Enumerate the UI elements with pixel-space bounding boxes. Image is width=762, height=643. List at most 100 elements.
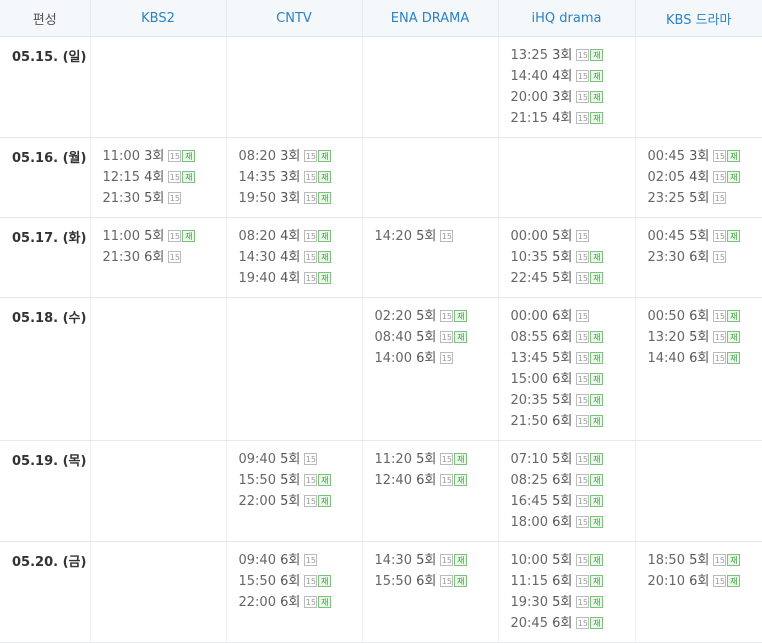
schedule-cell: 07:10 5회15재08:25 6회15재16:45 5회15재18:00 6… (498, 441, 635, 542)
episode-number: 6회 (416, 351, 436, 366)
episode-entry[interactable]: 07:10 5회15재 (511, 449, 635, 470)
episode-entry[interactable]: 19:30 5회15재 (511, 592, 635, 613)
age-rating-15-icon: 15 (440, 474, 453, 486)
episode-entry[interactable]: 08:40 5회15재 (375, 327, 498, 348)
episode-entry[interactable]: 10:35 5회15재 (511, 247, 635, 268)
episode-entry[interactable]: 14:00 6회15 (375, 348, 498, 369)
episode-entry[interactable]: 15:50 6회15재 (375, 571, 498, 592)
rerun-icon: 재 (318, 251, 331, 263)
rerun-icon: 재 (590, 112, 603, 124)
channel-header-ihq-drama[interactable]: iHQ drama (498, 0, 635, 37)
episode-entry[interactable]: 14:40 4회15재 (511, 66, 635, 87)
channel-header-kbs2[interactable]: KBS2 (90, 0, 226, 37)
episode-entry[interactable]: 11:20 5회15재 (375, 449, 498, 470)
episode-entry[interactable]: 20:45 6회15재 (511, 613, 635, 634)
episode-entry[interactable]: 14:30 5회15재 (375, 550, 498, 571)
episode-entry[interactable]: 12:40 6회15재 (375, 470, 498, 491)
channel-header-ena-drama[interactable]: ENA DRAMA (362, 0, 498, 37)
episode-number: 5회 (416, 452, 436, 467)
episode-entry[interactable]: 12:15 4회15재 (103, 167, 226, 188)
episode-entry[interactable]: 20:35 5회15재 (511, 390, 635, 411)
episode-entry[interactable]: 11:00 5회15재 (103, 226, 226, 247)
episode-entry[interactable]: 21:30 5회15 (103, 188, 226, 209)
episode-entry[interactable]: 08:20 3회15재 (239, 146, 362, 167)
episode-entry[interactable]: 14:40 6회15재 (648, 348, 762, 369)
episode-entry[interactable]: 11:00 3회15재 (103, 146, 226, 167)
air-time: 14:30 (239, 250, 276, 265)
age-rating-15-icon: 15 (576, 554, 589, 566)
episode-entry[interactable]: 14:30 4회15재 (239, 247, 362, 268)
episode-entry[interactable]: 09:40 5회15 (239, 449, 362, 470)
episode-entry[interactable]: 08:20 4회15재 (239, 226, 362, 247)
episode-entry[interactable]: 18:50 5회15재 (648, 550, 762, 571)
episode-entry[interactable]: 19:40 4회15재 (239, 268, 362, 289)
air-time: 09:40 (239, 452, 276, 467)
rerun-icon: 재 (590, 516, 603, 528)
episode-entry[interactable]: 13:45 5회15재 (511, 348, 635, 369)
rerun-icon: 재 (590, 91, 603, 103)
episode-entry[interactable]: 09:40 6회15 (239, 550, 362, 571)
episode-entry[interactable]: 15:50 6회15재 (239, 571, 362, 592)
rerun-icon: 재 (727, 331, 740, 343)
age-rating-15-icon: 15 (576, 415, 589, 427)
age-rating-15-icon: 15 (304, 272, 317, 284)
episode-entry[interactable]: 23:30 6회15 (648, 247, 762, 268)
air-time: 14:40 (648, 351, 685, 366)
date-cell: 05.17. (화) (0, 218, 90, 298)
schedule-cell: 14:30 5회15재15:50 6회15재 (362, 542, 498, 643)
episode-entry[interactable]: 13:20 5회15재 (648, 327, 762, 348)
schedule-cell (90, 542, 226, 643)
episode-entry[interactable]: 10:00 5회15재 (511, 550, 635, 571)
age-rating-15-icon: 15 (440, 331, 453, 343)
episode-entry[interactable]: 08:25 6회15재 (511, 470, 635, 491)
episode-number: 5회 (552, 553, 572, 568)
episode-entry[interactable]: 15:50 5회15재 (239, 470, 362, 491)
episode-entry[interactable]: 02:05 4회15재 (648, 167, 762, 188)
episode-entry[interactable]: 22:45 5회15재 (511, 268, 635, 289)
episode-entry[interactable]: 08:55 6회15재 (511, 327, 635, 348)
schedule-cell (498, 138, 635, 218)
age-rating-15-icon: 15 (304, 251, 317, 263)
episode-entry[interactable]: 21:30 6회15 (103, 247, 226, 268)
episode-entry[interactable]: 22:00 6회15재 (239, 592, 362, 613)
episode-number: 4회 (689, 170, 709, 185)
episode-entry[interactable]: 22:00 5회15재 (239, 491, 362, 512)
episode-entry[interactable]: 00:00 6회15 (511, 306, 635, 327)
episode-entry[interactable]: 13:25 3회15재 (511, 45, 635, 66)
episode-entry[interactable]: 00:45 3회15재 (648, 146, 762, 167)
rerun-icon: 재 (590, 394, 603, 406)
channel-header-kbs-drama[interactable]: KBS 드라마 (635, 0, 762, 37)
age-rating-15-icon: 15 (168, 192, 181, 204)
episode-entry[interactable]: 16:45 5회15재 (511, 491, 635, 512)
broadcast-schedule-table: 편성 KBS2 CNTV ENA DRAMA iHQ drama KBS 드라마… (0, 0, 762, 643)
episode-entry[interactable]: 02:20 5회15재 (375, 306, 498, 327)
air-time: 08:40 (375, 330, 412, 345)
episode-entry[interactable]: 11:15 6회15재 (511, 571, 635, 592)
episode-entry[interactable]: 20:00 3회15재 (511, 87, 635, 108)
episode-entry[interactable]: 00:45 5회15재 (648, 226, 762, 247)
episode-entry[interactable]: 00:00 5회15 (511, 226, 635, 247)
episode-entry[interactable]: 18:00 6회15재 (511, 512, 635, 533)
episode-entry[interactable]: 23:25 5회15 (648, 188, 762, 209)
episode-number: 5회 (689, 330, 709, 345)
episode-entry[interactable]: 21:15 4회15재 (511, 108, 635, 129)
age-rating-15-icon: 15 (576, 373, 589, 385)
episode-entry[interactable]: 14:35 3회15재 (239, 167, 362, 188)
episode-entry[interactable]: 21:50 6회15재 (511, 411, 635, 432)
episode-number: 6회 (552, 414, 572, 429)
episode-number: 6회 (280, 553, 300, 568)
age-rating-15-icon: 15 (440, 230, 453, 242)
age-rating-15-icon: 15 (304, 230, 317, 242)
air-time: 21:50 (511, 414, 548, 429)
schedule-cell (226, 37, 362, 138)
episode-entry[interactable]: 20:10 6회15재 (648, 571, 762, 592)
air-time: 20:45 (511, 616, 548, 631)
episode-entry[interactable]: 14:20 5회15 (375, 226, 498, 247)
episode-entry[interactable]: 15:00 6회15재 (511, 369, 635, 390)
age-rating-15-icon: 15 (576, 251, 589, 263)
rerun-icon: 재 (727, 230, 740, 242)
channel-header-cntv[interactable]: CNTV (226, 0, 362, 37)
episode-entry[interactable]: 19:50 3회15재 (239, 188, 362, 209)
episode-entry[interactable]: 00:50 6회15재 (648, 306, 762, 327)
age-rating-15-icon: 15 (440, 554, 453, 566)
